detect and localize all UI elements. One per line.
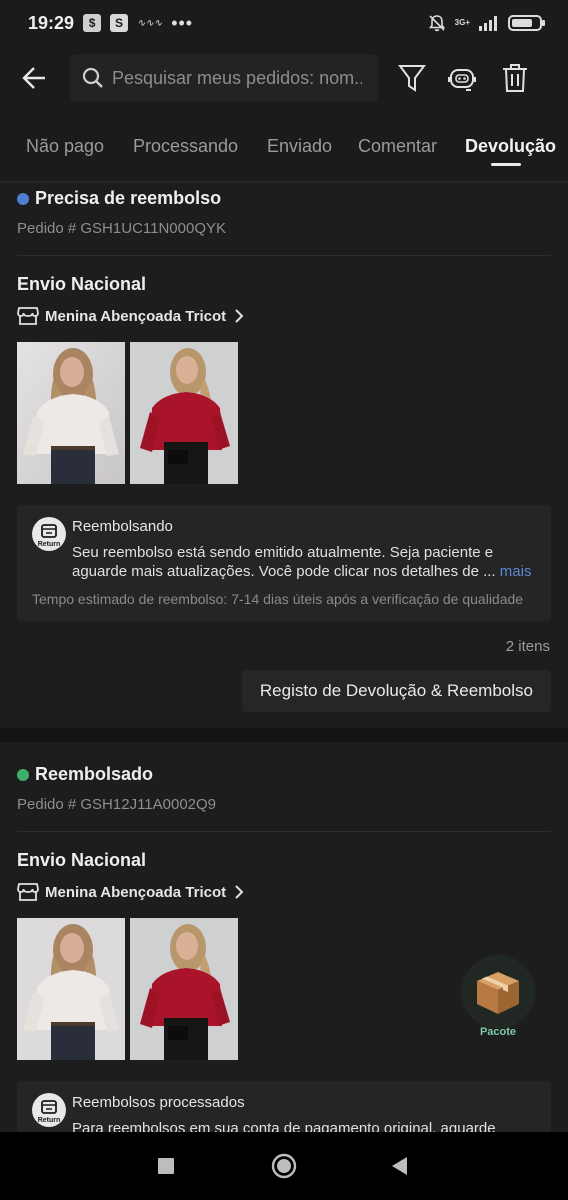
product-thumbnail-red-sweater[interactable] [130,918,238,1060]
package-label: Pacote [479,1026,517,1038]
trash-button[interactable] [499,62,531,94]
return-badge-label: Return [37,541,61,548]
search-input[interactable] [112,67,362,89]
signal-strength-icon [479,16,497,31]
refund-info-box[interactable]: Return Reembolsando Seu reembolso está s… [17,505,551,621]
more-notifications-icon: ••• [171,12,194,33]
refund-message-text: Seu reembolso está sendo emitido atualme… [72,544,496,580]
refund-estimate: Tempo estimado de reembolso: 7-14 dias ú… [32,591,524,607]
order-card[interactable]: Precisa de reembolso Pedido # GSH1UC11N0… [0,182,568,728]
return-badge-icon: Return [32,517,66,551]
status-time: 19:29 [28,12,75,33]
store-icon [17,883,39,901]
shopping-bag-notification-icon: $ [83,14,102,32]
return-badge-label: Return [37,1117,61,1124]
package-floating-button[interactable]: Pacote [460,958,536,1044]
refund-status-title: Reembolsando [72,518,173,535]
divider [17,255,551,256]
order-status: Precisa de reembolso [17,188,221,209]
trash-icon [503,64,527,92]
item-count: 2 itens [505,638,550,655]
refund-more-link[interactable]: mais [500,563,532,580]
active-tab-indicator [491,163,521,166]
tab-processing[interactable]: Processando [133,136,238,157]
search-icon [82,67,103,88]
home-circle-icon [271,1153,297,1179]
package-box-icon [477,972,519,1014]
product-thumbnail-beige-sweater[interactable] [17,918,125,1060]
filter-icon [398,65,426,92]
product-thumbnail-beige-sweater[interactable] [17,342,125,484]
shipping-type: Envio Nacional [17,274,147,294]
return-badge-icon: Return [32,1093,66,1127]
order-number: Pedido # GSH1UC11N000QYK [17,220,227,237]
bell-muted-icon [428,15,445,32]
order-card[interactable]: Reembolsado Pedido # GSH12J11A0002Q9 Env… [0,742,568,1141]
tab-returns[interactable]: Devolução [465,136,556,157]
chevron-right-icon [235,309,244,323]
refund-status-title: Reembolsos processados [72,1094,245,1111]
tab-review[interactable]: Comentar [358,136,437,157]
order-tabs: Não pago Processando Enviado Comentar De… [0,126,568,170]
arrow-left-icon [22,67,45,89]
app-logo-notification-icon: ∿∿∿ [137,17,163,29]
card-separator [0,728,568,742]
product-thumbnail-red-sweater[interactable] [130,342,238,484]
support-robot-icon [448,69,476,91]
refund-message: Seu reembolso está sendo emitido atualme… [72,543,532,581]
store-name: Menina Abençoada Tricot [45,883,227,901]
store-icon [17,307,39,325]
divider [17,831,551,832]
back-nav-button[interactable] [384,1150,416,1182]
store-link[interactable]: Menina Abençoada Tricot [17,882,246,902]
status-bar: 19:29 $ S ∿∿∿ ••• 3G+ [0,0,568,46]
square-icon [158,1158,174,1174]
store-name: Menina Abençoada Tricot [45,307,227,325]
order-status-label: Precisa de reembolso [35,188,222,208]
back-button[interactable] [18,62,50,94]
order-number: Pedido # GSH12J11A0002Q9 [17,796,217,813]
home-button[interactable] [268,1150,300,1182]
order-status-label: Reembolsado [35,764,154,784]
recent-apps-button[interactable] [150,1150,182,1182]
package-circle [464,958,532,1026]
tab-unpaid[interactable]: Não pago [26,136,104,157]
store-link[interactable]: Menina Abençoada Tricot [17,306,246,326]
shipping-type: Envio Nacional [17,850,147,870]
back-triangle-icon [392,1157,407,1175]
customer-service-button[interactable] [446,62,478,94]
chevron-right-icon [235,885,244,899]
filter-button[interactable] [396,62,428,94]
status-dot [17,192,29,205]
status-dot [17,768,29,781]
top-bar [0,52,568,104]
search-box[interactable] [70,54,378,102]
network-type-label: 3G+ [454,18,470,27]
s-app-notification-icon: S [110,14,129,32]
return-refund-record-button[interactable]: Registo de Devolução & Reembolso [241,670,551,712]
battery-icon [508,15,545,31]
tab-shipped[interactable]: Enviado [267,136,332,157]
system-navigation-bar [0,1132,568,1200]
order-status: Reembolsado [17,764,153,785]
